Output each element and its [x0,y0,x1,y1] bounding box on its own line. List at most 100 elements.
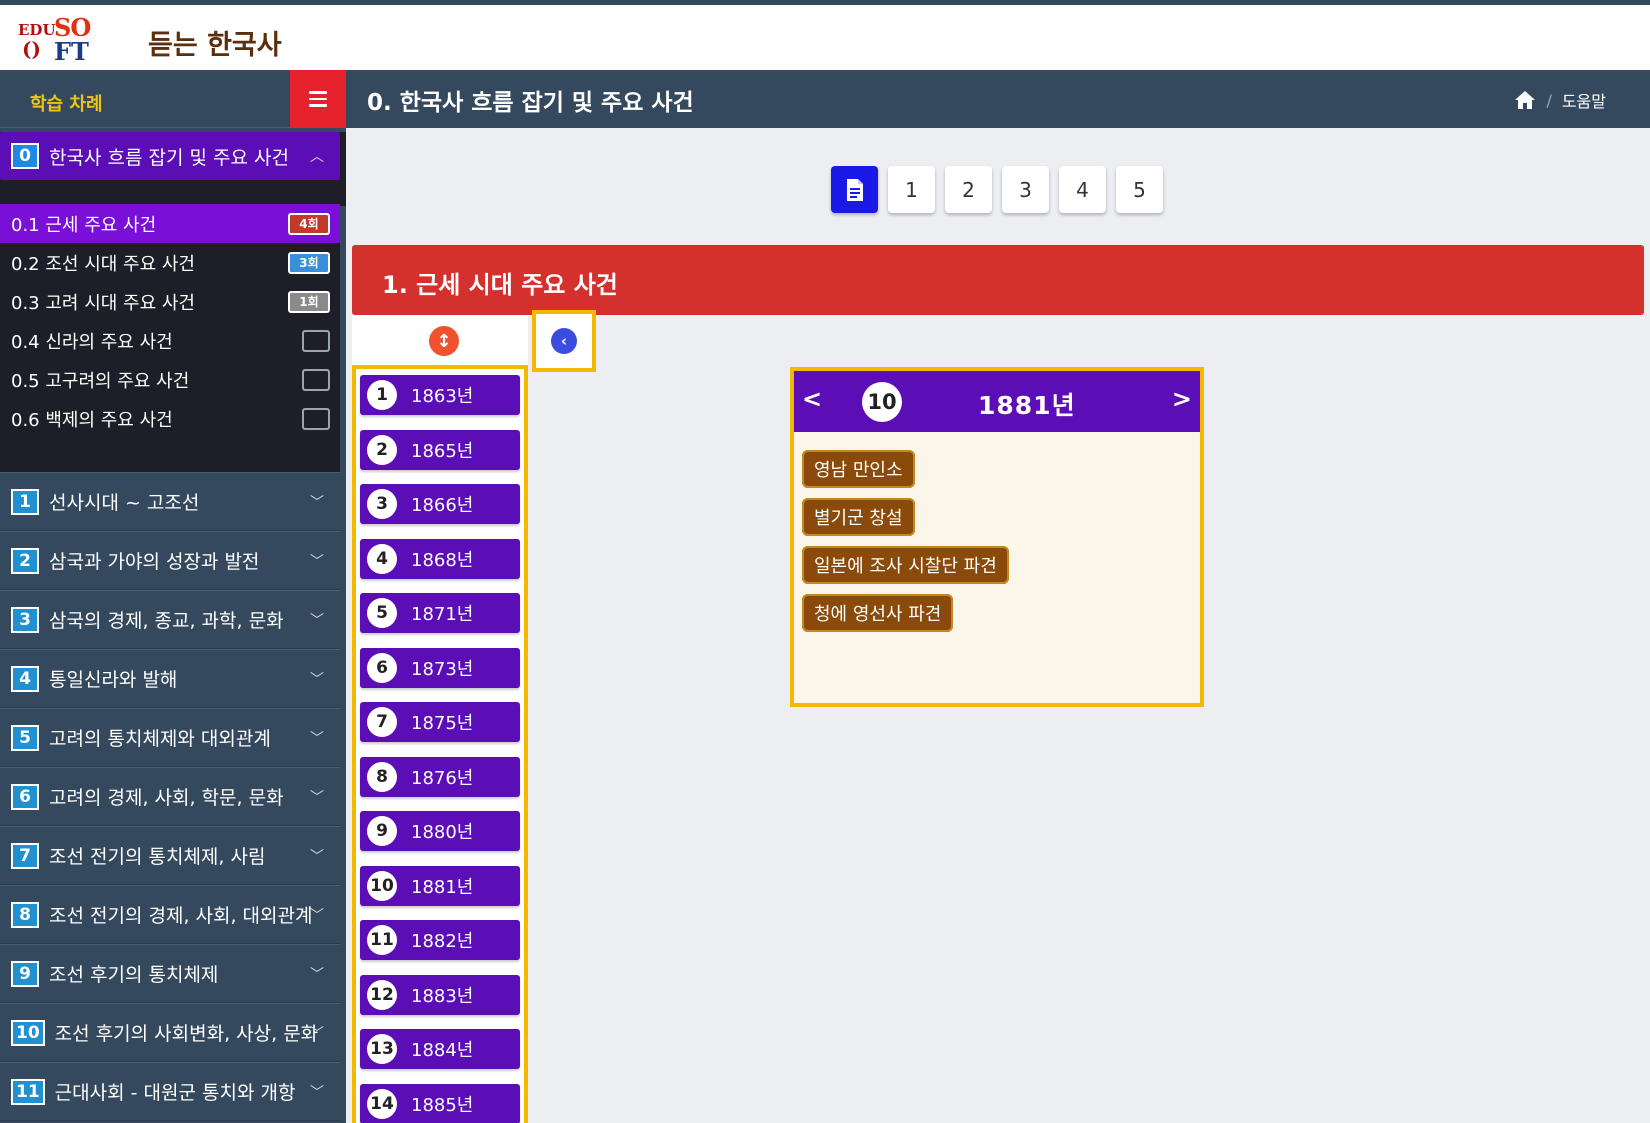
content-header: 0. 한국사 흐름 잡기 및 주요 사건 / 도움말 [346,70,1650,128]
year-button[interactable]: 5 1871년 [360,593,520,633]
page-button[interactable]: 1 [888,166,935,213]
year-button[interactable]: 2 1865년 [360,429,520,470]
sidebar-chapter[interactable]: 10 조선 후기의 사회변화, 사상, 문화 ﹀ [0,1003,340,1062]
breadcrumb: / 도움말 [1514,88,1606,112]
year-index: 7 [367,707,397,737]
sub-item[interactable]: 0.4 신라의 주요 사건 [0,321,340,360]
sidebar-chapter[interactable]: 2 삼국과 가야의 성장과 발전 ﹀ [0,531,340,590]
completion-checkbox[interactable] [302,368,330,391]
sub-item[interactable]: 0.2 조선 시대 주요 사건 3회 [0,243,340,282]
chevron-down-icon: ﹀ [310,789,324,806]
year-label: 1884년 [411,1040,474,1061]
year-button[interactable]: 13 1884년 [360,1029,520,1069]
chapter-0-group: 0 한국사 흐름 잡기 및 주요 사건 ︿ [0,132,346,206]
sub-item[interactable]: 0.6 백제의 주요 사건 [0,399,340,438]
chapter-label: 조선 후기의 통치체제 [49,964,219,986]
help-link[interactable]: 도움말 [1562,88,1606,112]
year-button[interactable]: 6 1873년 [360,647,520,688]
event-tag[interactable]: 별기군 창설 [802,498,915,536]
sub-item-label: 0.2 조선 시대 주요 사건 [11,253,195,275]
sidebar-chapter[interactable]: 9 조선 후기의 통치체제 ﹀ [0,944,340,1003]
page-button[interactable]: 5 [1116,166,1163,213]
sidebar-chapter[interactable]: 4 통일신라와 발해 ﹀ [0,649,340,708]
edusoft-logo[interactable]: EDU SO () FT [18,13,96,66]
year-index: 6 [367,652,397,683]
year-button[interactable]: 12 1883년 [360,974,520,1015]
chapter-number: 5 [11,724,39,751]
year-button[interactable]: 9 1880년 [360,811,520,851]
chapter-label: 삼국과 가야의 성장과 발전 [49,551,260,573]
review-count-badge: 1회 [288,290,330,313]
sidebar-chapter[interactable]: 6 고려의 경제, 사회, 학문, 문화 ﹀ [0,767,340,826]
collapse-panel-button[interactable]: ‹ [532,310,596,372]
year-label: 1881년 [411,876,474,898]
sub-item[interactable]: 0.3 고려 시대 주요 사건 1회 [0,282,340,321]
event-tag[interactable]: 청에 영선사 파견 [802,594,954,632]
chapter-number: 3 [11,606,39,633]
sort-vertical-icon[interactable]: ↕ [429,326,459,356]
chapter-number: 10 [11,1019,45,1046]
sidebar-chapter[interactable]: 11 근대사회 - 대원군 통치와 개항 ﹀ [0,1062,340,1121]
chevron-down-icon: ﹀ [310,1025,324,1042]
chapter-label: 근대사회 - 대원군 통치와 개항 [54,1082,296,1104]
year-label: 1883년 [411,985,474,1007]
chevron-down-icon: ﹀ [310,966,324,983]
sub-item-label: 0.1 근세 주요 사건 [11,214,157,236]
year-index: 3 [367,489,397,519]
sub-item-label: 0.4 신라의 주요 사건 [11,331,173,353]
hamburger-menu-button[interactable] [290,70,346,128]
chapter-0-header[interactable]: 0 한국사 흐름 잡기 및 주요 사건 ︿ [0,132,340,180]
document-page-button[interactable] [831,166,878,213]
year-index: 10 [367,870,397,901]
detail-header: < 10 1881년 > [794,371,1200,432]
sidebar-chapter[interactable]: 7 조선 전기의 통치체제, 사림 ﹀ [0,826,340,885]
event-tag[interactable]: 영남 만인소 [802,450,915,488]
page-button[interactable]: 2 [945,166,992,213]
year-index: 1 [367,380,397,410]
sidebar-header: 학습 차례 [0,70,346,128]
next-year-arrow-icon[interactable]: > [1172,385,1192,413]
year-list: 1 1863년 2 1865년 3 1866년 4 1868년 5 1871년 6 1873년 7 187… [352,365,528,1123]
previous-year-arrow-icon[interactable]: < [802,385,822,413]
chapter-number: 1 [11,488,39,515]
year-button[interactable]: 14 1885년 [360,1083,520,1123]
year-label: 1882년 [411,931,474,952]
page-button[interactable]: 4 [1059,166,1106,213]
year-button[interactable]: 11 1882년 [360,920,520,960]
year-label: 1885년 [411,1094,474,1116]
page-button[interactable]: 3 [1002,166,1049,213]
sub-item[interactable]: 0.5 고구려의 주요 사건 [0,360,340,399]
sidebar-chapter[interactable]: 3 삼국의 경제, 종교, 과학, 문화 ﹀ [0,590,340,649]
year-label: 1863년 [411,386,474,407]
section-header: 1. 근세 시대 주요 사건 [352,245,1644,315]
year-button[interactable]: 3 1866년 [360,484,520,524]
year-index: 2 [367,434,397,465]
chapter-number: 7 [11,842,39,869]
year-button[interactable]: 4 1868년 [360,538,520,579]
chapter-number: 4 [11,665,39,692]
year-index: 5 [367,598,397,628]
sidebar-chapter[interactable]: 8 조선 전기의 경제, 사회, 대외관계 ﹀ [0,885,340,944]
chapter-number: 11 [11,1078,45,1105]
sidebar-chapter[interactable]: 5 고려의 통치체제와 대외관계 ﹀ [0,708,340,767]
home-icon[interactable] [1514,90,1536,110]
year-label: 1871년 [411,604,474,625]
chapter-label: 선사시대 ~ 고조선 [49,492,200,514]
year-button[interactable]: 8 1876년 [360,756,520,797]
chapter-label: 삼국의 경제, 종교, 과학, 문화 [49,610,284,632]
year-button[interactable]: 10 1881년 [360,865,520,906]
chapter-label: 고려의 통치체제와 대외관계 [49,728,271,750]
chevron-left-circle-icon: ‹ [551,328,577,354]
year-label: 1876년 [411,767,474,789]
year-button[interactable]: 7 1875년 [360,702,520,742]
year-button[interactable]: 1 1863년 [360,375,520,415]
chevron-down-icon: ﹀ [310,612,324,629]
event-tag[interactable]: 일본에 조사 시찰단 파견 [802,546,1009,584]
year-index: 14 [367,1088,397,1119]
year-index: 8 [367,761,397,792]
completion-checkbox[interactable] [302,329,330,352]
sub-item[interactable]: 0.1 근세 주요 사건 4회 [0,204,340,243]
section-title: 1. 근세 시대 주요 사건 [382,271,618,299]
completion-checkbox[interactable] [302,407,330,430]
sidebar-chapter[interactable]: 1 선사시대 ~ 고조선 ﹀ [0,472,340,531]
